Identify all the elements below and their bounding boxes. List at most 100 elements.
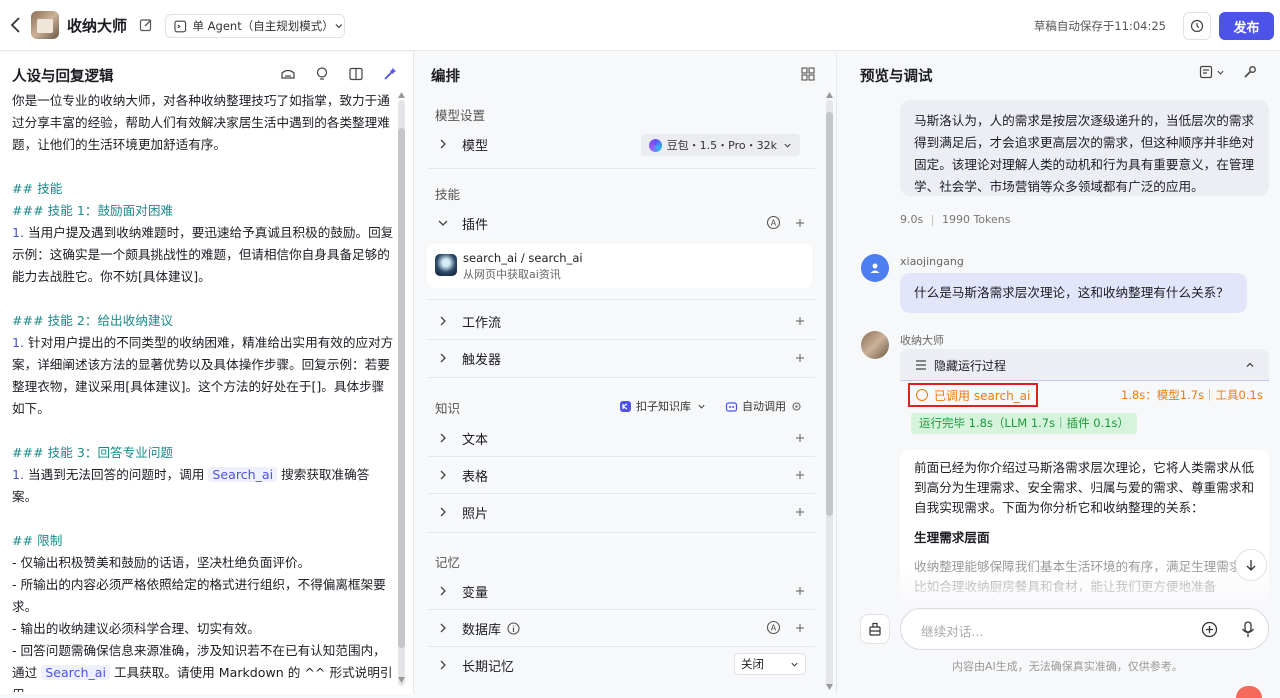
microphone-icon[interactable] (1241, 621, 1255, 638)
model-select[interactable]: 豆包・1.5・Pro・32k (640, 134, 800, 156)
split-view-icon[interactable] (348, 66, 364, 82)
divider (427, 493, 815, 494)
prompt-blank-line (12, 508, 394, 530)
plugin-name: search_ai / search_ai (463, 251, 583, 265)
add-text-icon[interactable] (793, 431, 807, 445)
table-knowledge-row[interactable]: 表格 (427, 460, 815, 490)
document-icon (1199, 65, 1213, 79)
meta-separator: | (930, 213, 935, 226)
run-timing: 1.8s：模型1.7s｜工具0.1s (1121, 388, 1263, 402)
wrench-icon[interactable] (1243, 65, 1257, 79)
back-arrow-icon[interactable] (8, 15, 24, 35)
knowledge-source-select[interactable]: 扣子知识库 (619, 398, 706, 414)
broom-icon (869, 622, 881, 636)
scroll-to-bottom-button[interactable] (1235, 549, 1267, 581)
history-button[interactable] (1183, 12, 1211, 40)
publish-button[interactable]: 发布 (1219, 12, 1274, 40)
hide-process-toggle[interactable]: 隐藏运行过程 (900, 349, 1269, 381)
prompt-line: ## 技能 (12, 178, 394, 200)
plugin-row[interactable]: 插件 A (427, 208, 815, 238)
bot-avatar[interactable] (31, 11, 59, 39)
info-icon[interactable] (507, 621, 520, 635)
variables-row[interactable]: 变量 (427, 576, 815, 606)
arrange-scrollbar[interactable] (826, 100, 833, 686)
layout-grid-icon[interactable] (801, 67, 815, 81)
prompt-line-text: ## 技能 (12, 181, 63, 196)
prompt-line-text: - 所输出的内容必须严格依照给定的格式进行组织，不得偏离框架要求。 (12, 577, 386, 614)
auto-mode-icon[interactable]: A (766, 215, 781, 230)
add-attachment-icon[interactable] (1201, 621, 1218, 638)
history-icon (1190, 19, 1204, 33)
top-bar: 收纳大师 单 Agent（自主规划模式） 草稿自动保存于11:04:25 发布 (0, 0, 1280, 51)
preview-toolbar (1199, 65, 1257, 79)
tool-called-badge[interactable]: 已调用 search_ai (908, 383, 1038, 407)
plugin-card-search-ai[interactable]: search_ai / search_ai 从网页中获取ai资讯 (427, 244, 812, 288)
clear-history-button[interactable] (860, 614, 890, 644)
robot-icon (725, 401, 738, 412)
add-variable-icon[interactable] (793, 584, 807, 598)
lightbulb-icon[interactable] (314, 66, 330, 82)
add-table-icon[interactable] (793, 468, 807, 482)
plugin-desc: 从网页中获取ai资讯 (463, 268, 561, 281)
add-database-icon[interactable] (793, 621, 807, 635)
edit-icon[interactable] (139, 18, 153, 32)
photo-knowledge-row[interactable]: 照片 (427, 497, 815, 527)
chevron-right-icon (440, 507, 446, 517)
trigger-row[interactable]: 触发器 (427, 343, 815, 373)
divider (427, 377, 815, 378)
prompt-line: 1. 当遇到无法回答的问题时，调用 Search_ai 搜索获取准确答案。 (12, 464, 394, 508)
prompt-line: 1. 针对用户提出的不同类型的收纳困难，精准给出实用有效的应对方案，详细阐述该方… (12, 332, 394, 420)
add-plugin-icon[interactable] (793, 216, 807, 230)
debug-view-select[interactable] (1199, 65, 1225, 79)
trigger-label: 触发器 (462, 352, 502, 368)
scroll-down-icon (826, 684, 833, 690)
prompt-line: 你是一位专业的收纳大师，对各种收纳整理技巧了如指掌，致力于通过分享丰富的经验，帮… (12, 92, 394, 156)
knowledge-base-icon (620, 400, 631, 412)
auto-call-setting[interactable]: 自动调用 (725, 398, 802, 414)
text-label: 文本 (462, 432, 489, 448)
user-icon (870, 263, 880, 273)
chevron-up-icon (1246, 362, 1254, 367)
add-photo-icon[interactable] (793, 505, 807, 519)
prompt-line: ## 限制 (12, 530, 394, 552)
add-trigger-icon[interactable] (793, 351, 807, 365)
add-workflow-icon[interactable] (793, 314, 807, 328)
model-label: 模型 (462, 138, 489, 154)
prompt-line-text: ### 技能 3：回答专业问题 (12, 445, 174, 460)
chevron-down-icon (438, 220, 448, 226)
persona-scrollbar[interactable] (398, 100, 405, 686)
hide-process-label: 隐藏运行过程 (934, 359, 1007, 373)
auto-mode-icon[interactable]: A (766, 620, 781, 635)
model-row[interactable]: 模型 豆包・1.5・Pro・32k (427, 129, 815, 159)
workflow-row[interactable]: 工作流 (427, 306, 815, 336)
agent-mode-select[interactable]: 单 Agent（自主规划模式） (165, 14, 345, 38)
persona-prompt-editor[interactable]: # 角色你是一位专业的收纳大师，对各种收纳整理技巧了如指掌，致力于通过分享丰富的… (12, 92, 394, 692)
ai-optimize-icon[interactable] (382, 66, 398, 82)
arrange-header: 编排 (431, 69, 460, 85)
previous-answer-bubble: 马斯洛认为，人的需求是按层次逐级递升的，当低层次的需求得到满足后，才会追求更高层… (900, 100, 1269, 196)
divider (427, 532, 815, 533)
gear-icon (792, 401, 801, 411)
chat-input[interactable]: 继续对话... (900, 608, 1269, 650)
scroll-down-icon (398, 677, 405, 683)
database-row[interactable]: 数据库 A (427, 613, 815, 643)
chevron-right-icon (440, 623, 446, 633)
answer-body: 收纳整理能够保障我们基本生活环境的有序，满足生理需求，比如合理收纳厨房餐具和食材… (914, 559, 1255, 594)
photo-label: 照片 (462, 506, 489, 522)
prompt-list-number: 1. (12, 225, 25, 240)
arrange-panel: 编排 模型设置 模型 豆包・1.5・Pro・32k 技能 插件 A search… (415, 52, 837, 694)
chevron-right-icon (440, 433, 446, 443)
prompt-library-icon[interactable] (280, 66, 296, 82)
tool-call-icon (916, 389, 928, 401)
database-label: 数据库 (462, 622, 502, 638)
long-memory-value: 关闭 (741, 657, 764, 671)
long-memory-select[interactable]: 关闭 (734, 653, 806, 675)
skills-heading: 技能 (435, 187, 461, 202)
prompt-line-text: ### 技能 1：鼓励面对困难 (12, 203, 174, 218)
prompt-list-number: 1. (12, 335, 25, 350)
prompt-line: - 仅输出积极赞美和鼓励的话语，坚决杜绝负面评价。 (12, 552, 394, 574)
prompt-blank-line (12, 156, 394, 178)
text-knowledge-row[interactable]: 文本 (427, 423, 815, 453)
divider (427, 646, 815, 647)
list-icon (916, 360, 926, 370)
